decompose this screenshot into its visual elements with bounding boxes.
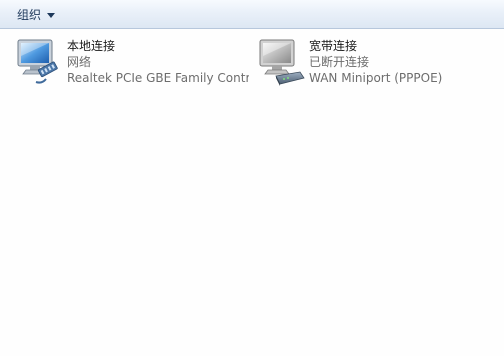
connection-device: WAN Miniport (PPPOE) — [309, 71, 443, 85]
connection-status: 网络 — [67, 55, 92, 69]
broadband-modem-icon — [259, 39, 305, 86]
organize-button[interactable]: 组织 — [9, 6, 63, 23]
connection-item-broadband[interactable]: 宽带连接 已断开连接 WAN Miniport (PPPOE) — [256, 38, 492, 90]
organize-label: 组织 — [17, 8, 42, 22]
connection-name: 宽带连接 — [309, 39, 358, 53]
dropdown-arrow-icon — [47, 12, 56, 18]
connection-name: 本地连接 — [67, 39, 116, 53]
connection-device: Realtek PCIe GBE Family Contr... — [67, 71, 249, 85]
connection-item-local[interactable]: 本地连接 网络 Realtek PCIe GBE Family Contr... — [14, 38, 250, 90]
connection-text: 宽带连接 已断开连接 WAN Miniport (PPPOE) — [309, 38, 491, 86]
connection-text: 本地连接 网络 Realtek PCIe GBE Family Contr... — [67, 38, 249, 86]
connection-status: 已断开连接 — [309, 55, 370, 69]
network-connections-list: 本地连接 网络 Realtek PCIe GBE Family Contr... — [0, 29, 504, 356]
command-toolbar: 组织 — [0, 0, 504, 29]
ethernet-adapter-icon — [17, 39, 58, 84]
